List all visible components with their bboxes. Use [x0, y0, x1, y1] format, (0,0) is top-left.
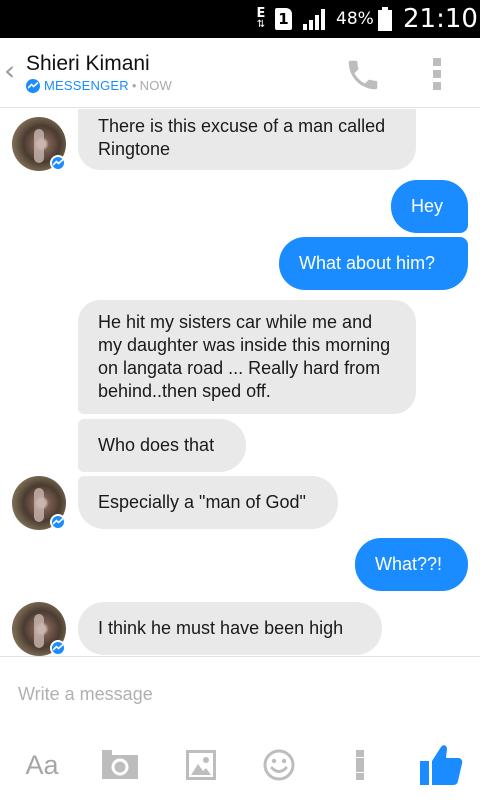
presence-row: MESSENGER • NOW [26, 78, 172, 93]
message-incoming[interactable]: There is this excuse of a man called Rin… [78, 109, 416, 170]
message-incoming[interactable]: He hit my sisters car while me and my da… [78, 300, 416, 414]
message-input[interactable] [8, 677, 408, 711]
message-incoming[interactable]: Especially a "man of God" [78, 476, 338, 529]
conversation-header: ‹ Shieri Kimani MESSENGER • NOW [0, 38, 480, 108]
like-button[interactable] [418, 743, 464, 787]
emoji-button[interactable] [262, 743, 296, 787]
message-incoming[interactable]: I think he must have been high [78, 602, 382, 655]
back-icon[interactable]: ‹ [4, 56, 15, 86]
messenger-badge-icon [50, 640, 66, 656]
camera-icon [102, 750, 138, 779]
signal-icon [302, 0, 330, 38]
messenger-badge-icon [50, 514, 66, 530]
more-vertical-icon [433, 58, 441, 66]
camera-button[interactable] [100, 743, 140, 787]
composer: Aa [0, 656, 480, 800]
message-incoming[interactable]: Who does that [78, 419, 246, 472]
contact-avatar[interactable] [12, 602, 66, 656]
gallery-button[interactable] [184, 743, 218, 787]
emoji-icon [263, 749, 295, 781]
network-type-icon: E ⇅ [253, 0, 269, 38]
last-active: NOW [139, 78, 173, 93]
text-format-button[interactable]: Aa [20, 743, 64, 787]
app-name: MESSENGER [44, 78, 129, 93]
data-activity-icon: ⇅ [256, 19, 266, 30]
message-outgoing[interactable]: What about him? [279, 237, 468, 290]
contact-avatar[interactable] [12, 117, 66, 171]
battery-percent: 48% [336, 9, 374, 29]
contact-avatar[interactable] [12, 476, 66, 530]
more-composer-button[interactable] [354, 750, 366, 780]
gallery-icon [186, 750, 216, 780]
call-button[interactable] [344, 56, 382, 94]
battery-icon [378, 7, 392, 31]
message-outgoing[interactable]: What??! [355, 538, 468, 591]
messenger-badge-icon [50, 155, 66, 171]
thumbs-up-icon [420, 745, 463, 785]
message-list[interactable]: There is this excuse of a man called Rin… [0, 109, 480, 656]
phone-icon [348, 60, 378, 90]
separator-dot: • [131, 78, 137, 93]
messenger-icon [26, 78, 40, 93]
message-outgoing[interactable]: Hey [391, 180, 468, 233]
contact-name[interactable]: Shieri Kimani [26, 52, 150, 76]
more-vertical-icon [356, 750, 364, 757]
sim-icon: 1 [275, 8, 292, 30]
status-bar: E ⇅ 1 48% 21:10 [0, 0, 480, 38]
clock: 21:10 [403, 4, 478, 34]
more-options-button[interactable] [432, 58, 442, 90]
